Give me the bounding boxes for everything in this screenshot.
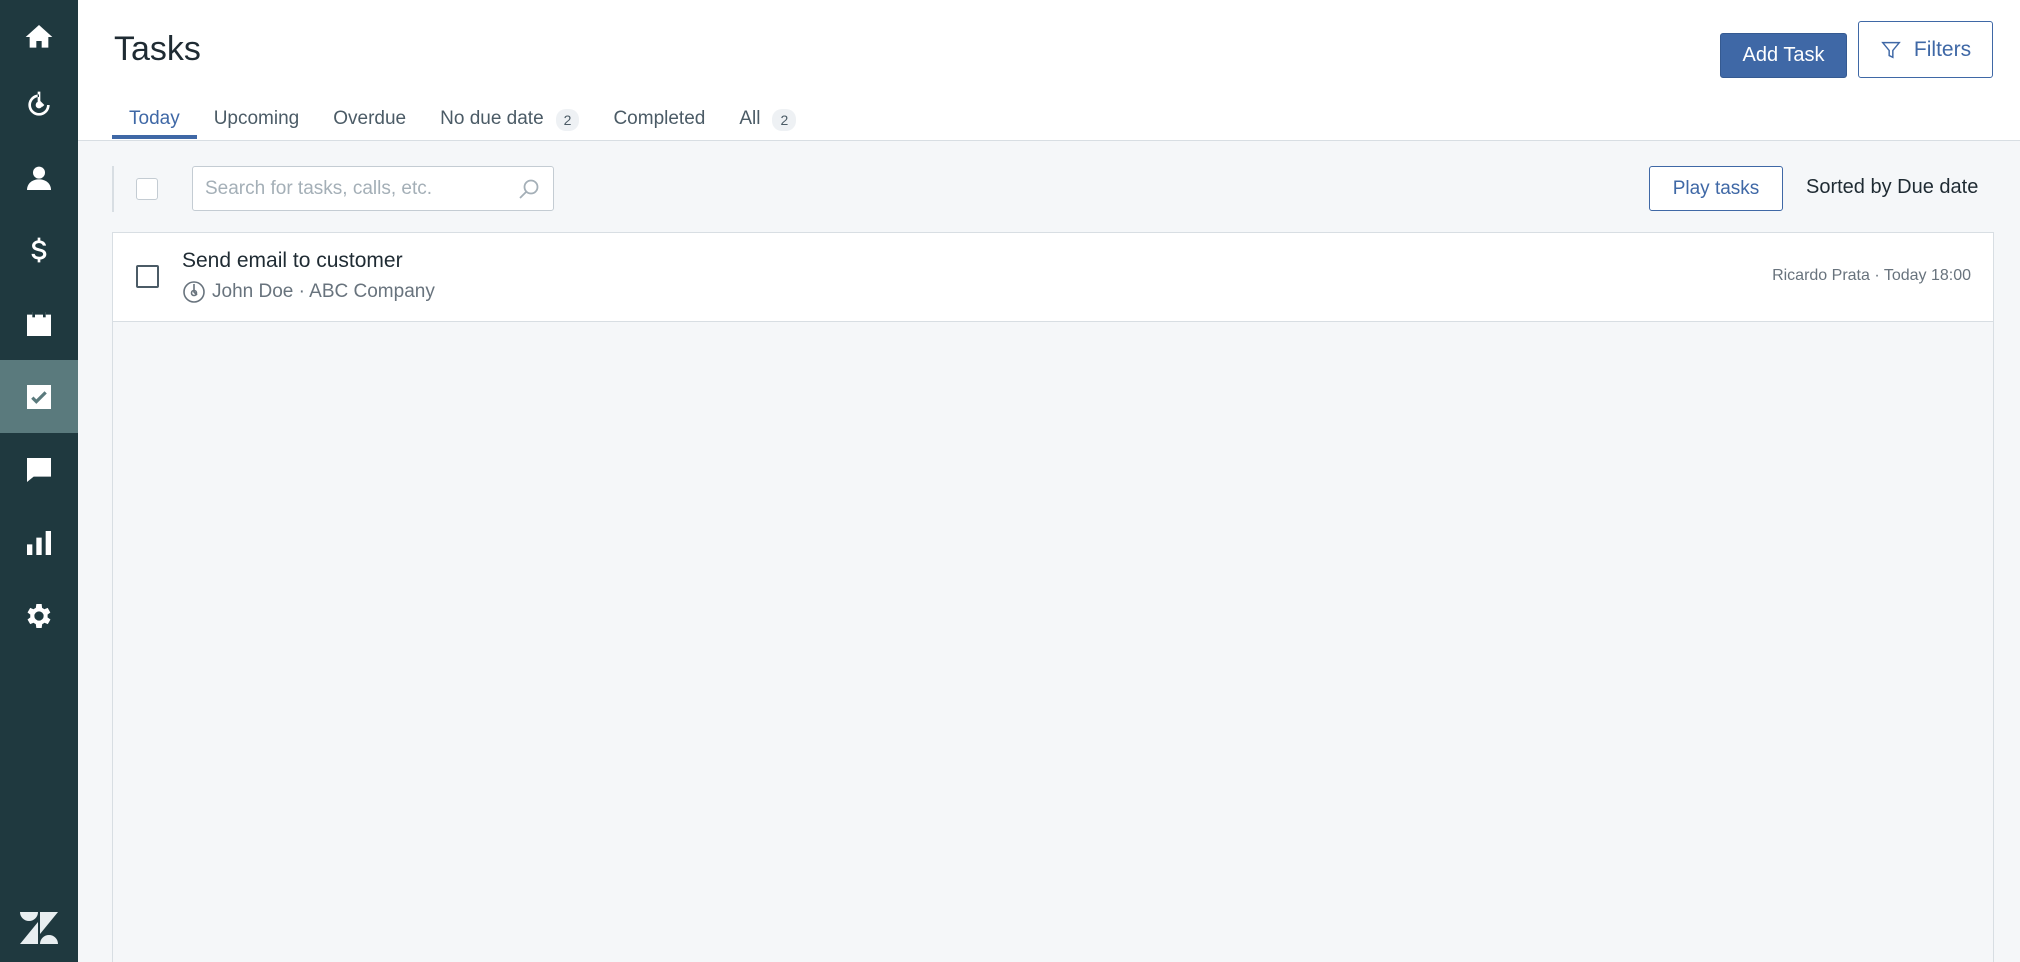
nav-leads[interactable] xyxy=(0,68,78,141)
sort-control[interactable]: Sorted by Due date xyxy=(1806,176,1978,199)
play-tasks-button[interactable]: Play tasks xyxy=(1649,166,1783,211)
tab-label: All xyxy=(739,108,761,129)
dollar-icon xyxy=(31,237,47,262)
zendesk-logo[interactable] xyxy=(0,894,78,962)
task-row[interactable]: Send email to customer John Doe · ABC Co… xyxy=(113,233,1993,322)
task-title[interactable]: Send email to customer xyxy=(182,249,403,273)
tab-completed[interactable]: Completed xyxy=(596,98,722,141)
tab-label: Today xyxy=(129,108,180,129)
count-badge: 2 xyxy=(555,109,580,131)
contacts-icon xyxy=(27,166,51,190)
page-header: Tasks Add Task Filters Today Upcoming Ov… xyxy=(78,0,2020,141)
home-icon xyxy=(25,24,53,48)
task-tabs: Today Upcoming Overdue No due date 2 Com… xyxy=(112,98,813,141)
nav-home[interactable] xyxy=(0,0,78,73)
task-related[interactable]: John Doe · ABC Company xyxy=(182,280,435,304)
tab-overdue[interactable]: Overdue xyxy=(316,98,423,141)
chat-icon xyxy=(27,457,51,482)
nav-calendar[interactable] xyxy=(0,287,78,360)
tab-label: Overdue xyxy=(333,108,407,129)
page-title: Tasks xyxy=(114,30,201,68)
tab-no-due-date[interactable]: No due date 2 xyxy=(423,98,596,141)
tab-all[interactable]: All 2 xyxy=(722,98,813,141)
nav-deals[interactable] xyxy=(0,214,78,287)
search-icon[interactable] xyxy=(517,177,541,201)
tab-label: Upcoming xyxy=(213,108,300,129)
sort-value: Due date xyxy=(1897,176,1979,198)
task-list: Send email to customer John Doe · ABC Co… xyxy=(112,232,1994,962)
settings-icon xyxy=(27,603,51,628)
count-badge: 2 xyxy=(772,109,797,131)
tab-upcoming[interactable]: Upcoming xyxy=(197,98,317,141)
sidebar xyxy=(0,0,78,962)
nav-reports[interactable] xyxy=(0,506,78,579)
filter-icon xyxy=(1881,41,1901,59)
tasks-icon xyxy=(27,384,51,409)
toolbar-divider xyxy=(112,166,114,212)
leads-icon xyxy=(28,91,50,116)
tab-today[interactable]: Today xyxy=(112,98,197,141)
task-contact: John Doe · ABC Company xyxy=(212,281,435,302)
nav-tasks[interactable] xyxy=(0,360,78,433)
calendar-icon xyxy=(27,311,51,336)
filters-button[interactable]: Filters xyxy=(1858,21,1993,78)
lead-icon xyxy=(183,281,205,303)
search-box xyxy=(192,166,554,211)
reports-icon xyxy=(27,530,51,555)
task-owner-due: Ricardo Prata · Today 18:00 xyxy=(1772,267,1971,284)
tab-label: No due date xyxy=(440,108,544,129)
nav-settings[interactable] xyxy=(0,579,78,652)
nav-communications[interactable] xyxy=(0,433,78,506)
select-all-checkbox[interactable] xyxy=(136,178,158,200)
search-input[interactable] xyxy=(193,167,513,210)
zendesk-logo-icon xyxy=(20,912,58,944)
nav-contacts[interactable] xyxy=(0,141,78,214)
filters-label: Filters xyxy=(1913,37,1972,61)
tab-label: Completed xyxy=(613,108,706,129)
task-checkbox[interactable] xyxy=(136,265,159,288)
add-task-button[interactable]: Add Task xyxy=(1720,33,1847,78)
sort-prefix: Sorted by xyxy=(1806,176,1898,198)
